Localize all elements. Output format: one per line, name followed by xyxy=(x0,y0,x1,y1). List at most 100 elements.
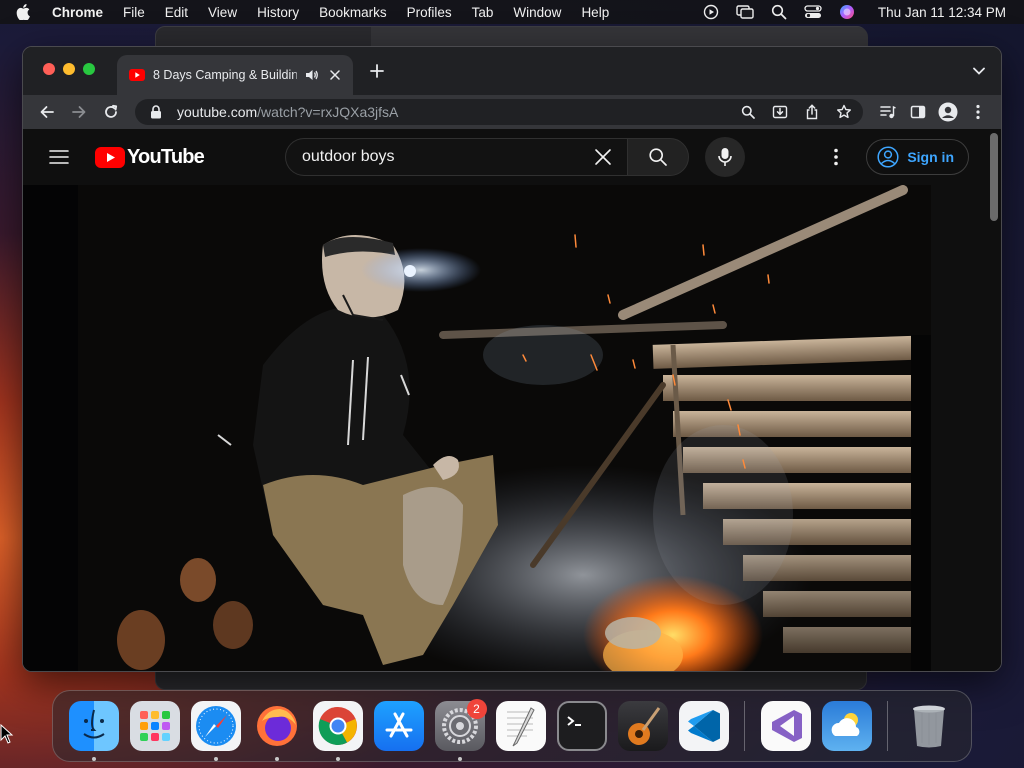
browser-toolbar: youtube.com/watch?v=rxJQXa3jfsA xyxy=(23,95,1001,129)
menu-profiles[interactable]: Profiles xyxy=(407,5,452,20)
spotlight-search-icon[interactable] xyxy=(770,4,788,20)
active-tab[interactable]: 8 Days Camping & Building xyxy=(117,55,353,95)
menu-window[interactable]: Window xyxy=(513,5,561,20)
media-play-icon[interactable] xyxy=(702,4,720,20)
sign-in-button[interactable]: Sign in xyxy=(866,139,969,175)
menu-bookmarks[interactable]: Bookmarks xyxy=(319,5,387,20)
youtube-logo[interactable]: YouTube xyxy=(95,146,205,169)
safari-compass-icon xyxy=(190,701,241,751)
dock-textedit[interactable] xyxy=(491,696,551,756)
url-domain: youtube.com xyxy=(177,104,258,120)
dock-chrome[interactable] xyxy=(308,696,368,761)
search-input[interactable] xyxy=(302,148,591,166)
scrollbar-thumb[interactable] xyxy=(990,133,998,221)
tab-search-chevron-down-icon[interactable] xyxy=(971,63,987,79)
voice-search-button[interactable] xyxy=(705,137,745,177)
chrome-icon xyxy=(312,701,363,751)
url-path: /watch?v=rxJQXa3jfsA xyxy=(257,104,399,120)
zoom-window-button[interactable] xyxy=(83,63,95,75)
macos-dock: 2 xyxy=(52,690,972,762)
menu-view[interactable]: View xyxy=(208,5,237,20)
settings-kebab-icon[interactable] xyxy=(816,137,856,177)
tab-title: 8 Days Camping & Building xyxy=(153,68,297,82)
control-center-icon[interactable] xyxy=(804,4,822,20)
garageband-guitar-icon xyxy=(617,701,668,751)
trash-can-icon xyxy=(904,701,954,751)
page-scrollbar[interactable] xyxy=(987,129,1001,671)
guide-hamburger-menu-icon[interactable] xyxy=(39,137,79,177)
menu-tab[interactable]: Tab xyxy=(472,5,494,20)
search-icon xyxy=(649,148,667,166)
weather-cloud-sun-icon xyxy=(821,701,872,751)
video-player[interactable] xyxy=(23,185,931,671)
screen-mirroring-icon[interactable] xyxy=(736,4,754,20)
youtube-wordmark: YouTube xyxy=(127,145,205,168)
background-window-titlebar xyxy=(371,27,868,47)
dock-separator xyxy=(887,701,888,751)
minimize-window-button[interactable] xyxy=(63,63,75,75)
account-circle-icon xyxy=(877,146,899,168)
tab-close-icon[interactable] xyxy=(327,67,343,83)
address-bar[interactable]: youtube.com/watch?v=rxJQXa3jfsA xyxy=(135,99,863,125)
dock-vscode[interactable] xyxy=(674,696,734,756)
finder-icon xyxy=(68,701,119,751)
menu-bar-clock[interactable]: Thu Jan 11 12:34 PM xyxy=(878,5,1006,20)
dock-weather[interactable] xyxy=(817,696,877,756)
menu-edit[interactable]: Edit xyxy=(165,5,188,20)
dock-finder[interactable] xyxy=(64,696,124,761)
textedit-icon xyxy=(495,701,546,751)
back-arrow-icon[interactable] xyxy=(33,98,61,126)
search-box[interactable] xyxy=(285,138,627,176)
dock-app-store[interactable] xyxy=(369,696,429,756)
tab-audio-playing-icon[interactable] xyxy=(305,68,319,82)
install-app-icon[interactable] xyxy=(769,101,791,123)
siri-icon[interactable] xyxy=(838,4,856,20)
forward-arrow-icon[interactable] xyxy=(65,98,93,126)
macos-menu-bar: Chrome File Edit View History Bookmarks … xyxy=(0,0,1024,24)
dock-trash[interactable] xyxy=(899,696,959,756)
close-window-button[interactable] xyxy=(43,63,55,75)
dock-firefox[interactable] xyxy=(247,696,307,761)
sign-in-label: Sign in xyxy=(907,149,954,165)
bookmark-star-icon[interactable] xyxy=(833,101,855,123)
dock-system-settings[interactable]: 2 xyxy=(430,696,490,761)
mouse-cursor-icon xyxy=(0,724,14,744)
vscode-icon xyxy=(678,701,729,751)
chrome-menu-kebab-icon[interactable] xyxy=(965,99,991,125)
chrome-window: 8 Days Camping & Building youtube.com/wa… xyxy=(22,46,1002,672)
search-bar xyxy=(285,137,745,177)
dock-separator xyxy=(744,701,745,751)
url-text[interactable]: youtube.com/watch?v=rxJQXa3jfsA xyxy=(177,104,727,120)
app-store-icon xyxy=(373,701,424,751)
media-controls-icon[interactable] xyxy=(875,99,901,125)
youtube-page: YouTube outdoor boys Sign in xyxy=(23,129,1001,671)
notification-badge: 2 xyxy=(466,699,487,719)
youtube-masthead: YouTube outdoor boys Sign in xyxy=(23,129,1001,185)
dock-launchpad[interactable] xyxy=(125,696,185,756)
tab-strip: 8 Days Camping & Building xyxy=(23,47,1001,95)
dock-visual-studio[interactable] xyxy=(756,696,816,756)
window-controls xyxy=(43,63,95,75)
apple-menu-icon[interactable] xyxy=(14,3,32,21)
dock-safari[interactable] xyxy=(186,696,246,761)
dock-terminal[interactable] xyxy=(552,696,612,756)
reload-icon[interactable] xyxy=(97,98,125,126)
menu-history[interactable]: History xyxy=(257,5,299,20)
video-frame-campfire-scene xyxy=(23,185,931,671)
new-tab-plus-icon[interactable] xyxy=(368,62,386,80)
dock-garageband[interactable] xyxy=(613,696,673,756)
search-button[interactable] xyxy=(627,138,689,176)
menu-app-name[interactable]: Chrome xyxy=(52,5,103,20)
zoom-magnifier-icon[interactable] xyxy=(737,101,759,123)
menu-help[interactable]: Help xyxy=(581,5,609,20)
share-icon[interactable] xyxy=(801,101,823,123)
clear-search-x-icon[interactable] xyxy=(591,145,615,169)
profile-avatar-icon[interactable] xyxy=(935,99,961,125)
menu-file[interactable]: File xyxy=(123,5,145,20)
side-panel-icon[interactable] xyxy=(905,99,931,125)
microphone-icon xyxy=(718,148,732,166)
youtube-favicon-icon xyxy=(129,69,145,81)
site-info-lock-icon[interactable] xyxy=(145,101,167,123)
launchpad-grid-icon xyxy=(129,701,180,751)
firefox-icon xyxy=(252,701,302,751)
